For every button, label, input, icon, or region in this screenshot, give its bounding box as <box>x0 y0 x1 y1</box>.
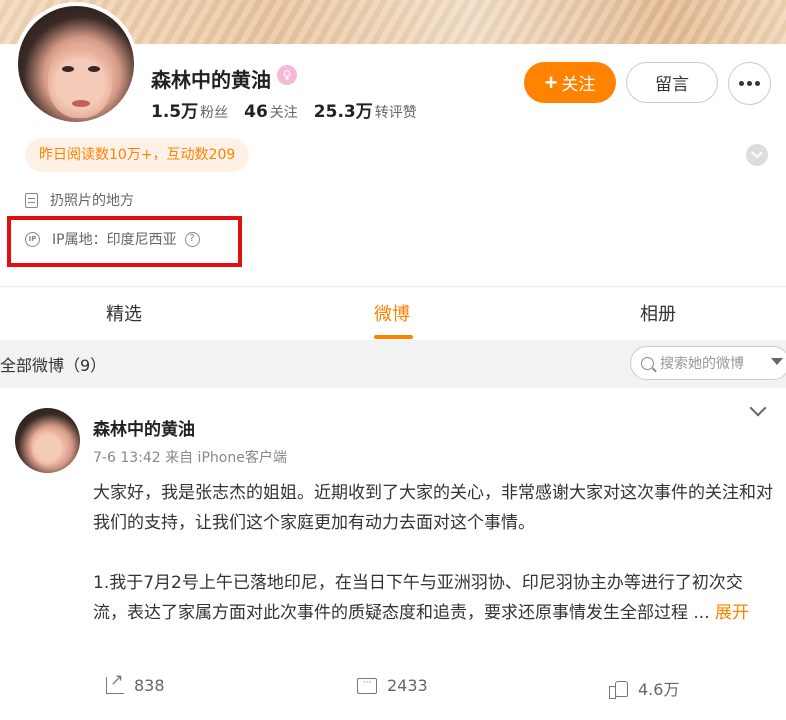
dot-icon <box>747 81 752 86</box>
repost-count: 838 <box>134 676 165 695</box>
followers-count: 1.5万 <box>151 102 199 122</box>
tabs-divider <box>0 286 786 287</box>
post-author-name[interactable]: 森林中的黄油 <box>93 415 195 440</box>
expand-profile-button[interactable] <box>746 144 768 166</box>
search-icon <box>641 356 654 370</box>
plus-icon: + <box>544 69 558 95</box>
chevron-down-icon <box>751 151 763 159</box>
comment-icon: ··· <box>357 677 377 694</box>
post-paragraph: 1.我于7月2号上午已落地印尼，在当日下午与亚洲羽协、印尼羽协主办等进行了初次交… <box>93 568 773 628</box>
post-body: 大家好，我是张志杰的姐姐。近期收到了大家的关心，非常感谢大家对这次事件的关注和对… <box>93 478 773 628</box>
female-badge-icon: ♀ <box>277 65 297 85</box>
highlight-annotation-box <box>7 216 242 267</box>
all-posts-filter[interactable]: 全部微博（9） <box>0 352 106 376</box>
repost-icon <box>106 670 124 694</box>
post-paragraph-text: 1.我于7月2号上午已落地印尼，在当日下午与亚洲羽协、印尼羽协主办等进行了初次交… <box>93 573 743 623</box>
like-count: 4.6万 <box>638 680 680 699</box>
bio-row: 扔照片的地方 <box>25 190 134 210</box>
post-meta: 7-6 13:42 来自 iPhone客户端 <box>93 450 287 466</box>
followers-label: 粉丝 <box>200 105 229 121</box>
tab-album[interactable]: 相册 <box>640 300 676 326</box>
profile-avatar[interactable] <box>14 2 138 126</box>
post-menu-chevron-icon[interactable] <box>749 399 767 417</box>
comment-button[interactable]: ··· 2433 <box>357 676 428 695</box>
message-button[interactable]: 留言 <box>626 62 718 103</box>
follow-button[interactable]: + 关注 <box>524 62 616 103</box>
engagement-stat[interactable]: 25.3万 转评赞 <box>314 97 417 122</box>
filter-dropdown-icon[interactable] <box>771 358 783 365</box>
search-placeholder: 搜索她的微博 <box>660 356 744 372</box>
follow-label: 关注 <box>561 75 596 94</box>
post-actions: 838 ··· 2433 4.6万 <box>0 670 786 706</box>
profile-name: 森林中的黄油 <box>151 68 271 92</box>
tab-featured[interactable]: 精选 <box>106 300 142 326</box>
post-author-avatar[interactable] <box>15 408 80 473</box>
profile-stats: 1.5万 粉丝 46 关注 25.3万 转评赞 <box>151 97 417 122</box>
reads-summary-badge: 昨日阅读数10万+，互动数209 <box>25 138 250 172</box>
dot-icon <box>739 81 744 86</box>
followers-stat[interactable]: 1.5万 粉丝 <box>151 97 228 122</box>
active-tab-indicator <box>374 335 413 339</box>
like-button[interactable]: 4.6万 <box>609 676 679 700</box>
following-label: 关注 <box>269 105 298 121</box>
expand-post-link[interactable]: 展开 <box>715 603 749 623</box>
following-count: 46 <box>244 102 268 122</box>
post-search-input[interactable]: 搜索她的微博 <box>630 346 786 380</box>
engagement-label: 转评赞 <box>374 105 417 121</box>
repost-button[interactable]: 838 <box>106 670 165 695</box>
more-options-button[interactable] <box>728 62 771 105</box>
post-paragraph: 大家好，我是张志杰的姐姐。近期收到了大家的关心，非常感谢大家对这次事件的关注和对… <box>93 483 773 533</box>
post-ellipsis: ... <box>688 603 716 623</box>
like-icon <box>609 679 628 699</box>
document-icon <box>25 192 38 208</box>
bio-text: 扔照片的地方 <box>50 193 134 209</box>
comment-count: 2433 <box>387 676 428 695</box>
following-stat[interactable]: 46 关注 <box>244 102 298 122</box>
engagement-count: 25.3万 <box>313 102 373 122</box>
tab-weibo[interactable]: 微博 <box>374 300 410 326</box>
dot-icon <box>755 81 760 86</box>
